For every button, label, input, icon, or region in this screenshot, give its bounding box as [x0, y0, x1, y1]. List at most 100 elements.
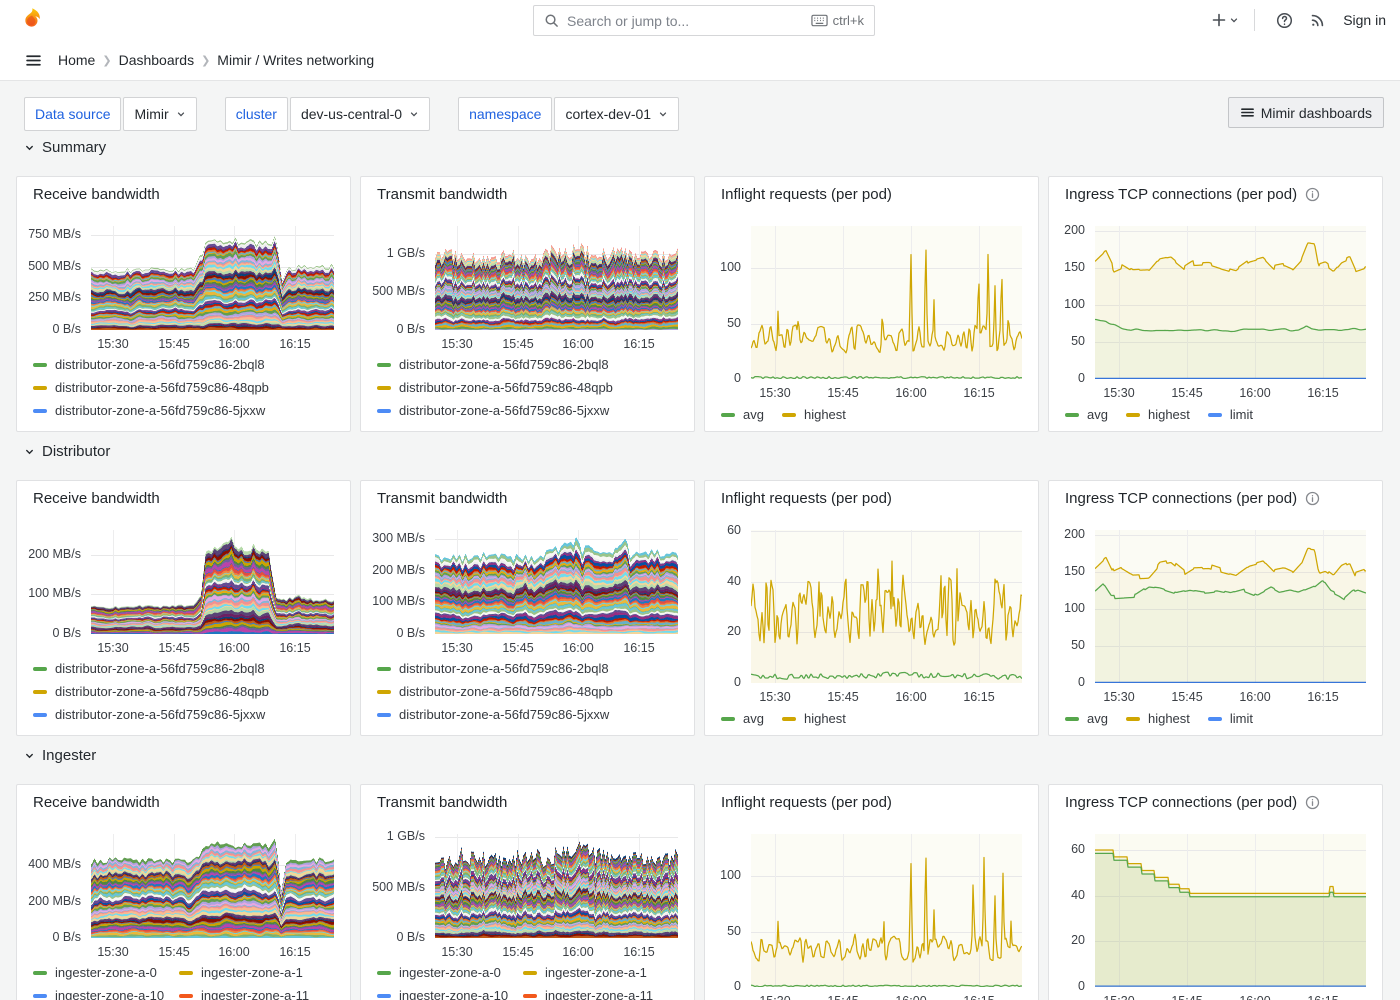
y-axis-tick-label: 100 — [720, 868, 741, 882]
legend-item[interactable]: ingester-zone-a-0 — [377, 961, 523, 984]
panel-title[interactable]: Receive bandwidth — [33, 186, 160, 203]
row-title: Ingester — [42, 747, 96, 764]
x-axis-tick-label: 16:00 — [211, 641, 257, 655]
legend-item[interactable]: ingester-zone-a-10 — [33, 984, 179, 1000]
panel-legend: distributor-zone-a-56fd759c86-2bql8distr… — [33, 657, 269, 726]
legend-series-label: highest — [1148, 711, 1190, 726]
y-axis-tick-label: 20 — [1071, 933, 1085, 947]
x-axis-tick-label: 15:45 — [151, 945, 197, 959]
panel-receive-bandwidth: Receive bandwidth200 MB/s100 MB/s0 B/s15… — [16, 480, 351, 736]
legend-item[interactable]: highest — [782, 707, 846, 730]
y-axis-tick-label: 0 — [1078, 675, 1085, 689]
legend-series-label: distributor-zone-a-56fd759c86-5jxxw — [399, 403, 609, 418]
legend-item[interactable]: ingester-zone-a-1 — [179, 961, 309, 984]
legend-item[interactable]: ingester-zone-a-0 — [33, 961, 179, 984]
x-axis-tick-label: 15:45 — [820, 690, 866, 704]
info-icon[interactable] — [1305, 795, 1320, 810]
y-axis-tick-label: 60 — [1071, 842, 1085, 856]
legend-row: avg highest limit — [1065, 403, 1253, 426]
x-axis-tick-label: 15:45 — [1164, 386, 1210, 400]
legend-item[interactable]: distributor-zone-a-56fd759c86-2bql8 — [377, 353, 613, 376]
legend-series-color — [33, 971, 47, 975]
panel-title[interactable]: Transmit bandwidth — [377, 490, 507, 507]
x-axis-tick-label: 15:30 — [752, 994, 798, 1000]
x-axis-tick-label: 15:45 — [1164, 994, 1210, 1000]
x-axis-tick-label: 16:15 — [272, 945, 318, 959]
legend-series-color — [33, 690, 47, 694]
legend-item[interactable]: distributor-zone-a-56fd759c86-48qpb — [377, 376, 613, 399]
legend-series-color — [377, 690, 391, 694]
y-axis-tick-label: 250 MB/s — [28, 290, 81, 304]
panel-title[interactable]: Ingress TCP connections (per pod) — [1065, 186, 1320, 203]
panel-title[interactable]: Ingress TCP connections (per pod) — [1065, 794, 1320, 811]
legend-item[interactable]: distributor-zone-a-56fd759c86-5jxxw — [377, 703, 613, 726]
legend-item[interactable]: avg — [721, 707, 764, 730]
y-axis-tick-label: 50 — [1071, 638, 1085, 652]
panel-title[interactable]: Transmit bandwidth — [377, 186, 507, 203]
row-header-distributor[interactable]: Distributor — [24, 443, 110, 460]
legend-series-label: avg — [1087, 407, 1108, 422]
row-header-summary[interactable]: Summary — [24, 139, 106, 156]
legend-item[interactable]: limit — [1208, 707, 1253, 730]
panel-ingress-tcp-connections-per-pod-: Ingress TCP connections (per pod)2001501… — [1048, 176, 1383, 432]
y-axis-tick-label: 0 B/s — [53, 930, 82, 944]
legend-item[interactable]: ingester-zone-a-10 — [377, 984, 523, 1000]
legend-item[interactable]: distributor-zone-a-56fd759c86-48qpb — [377, 680, 613, 703]
x-axis-tick-label: 16:15 — [272, 641, 318, 655]
legend-item[interactable]: highest — [1126, 403, 1190, 426]
panel-legend: ingester-zone-a-0ingester-zone-a-1ingest… — [377, 961, 653, 1000]
legend-series-label: avg — [743, 407, 764, 422]
y-axis-tick-label: 200 MB/s — [28, 547, 81, 561]
legend-series-label: avg — [743, 711, 764, 726]
legend-item[interactable]: distributor-zone-a-56fd759c86-48qpb — [33, 680, 269, 703]
panel-title[interactable]: Inflight requests (per pod) — [721, 794, 892, 811]
legend-series-color — [721, 717, 735, 721]
legend-series-color — [377, 363, 391, 367]
legend-series-color — [523, 971, 537, 975]
chevron-down-icon — [24, 142, 35, 153]
legend-series-color — [33, 363, 47, 367]
x-axis-tick-label: 16:15 — [1300, 994, 1346, 1000]
x-axis-tick-label: 16:00 — [888, 994, 934, 1000]
legend-item[interactable]: distributor-zone-a-56fd759c86-5jxxw — [33, 703, 269, 726]
chart-canvas — [91, 226, 334, 330]
panel-title[interactable]: Receive bandwidth — [33, 794, 160, 811]
info-icon[interactable] — [1305, 187, 1320, 202]
legend-series-label: distributor-zone-a-56fd759c86-5jxxw — [399, 707, 609, 722]
legend-item[interactable]: distributor-zone-a-56fd759c86-2bql8 — [33, 353, 269, 376]
legend-item[interactable]: avg — [1065, 403, 1108, 426]
chart-canvas — [435, 530, 678, 634]
panel-title-text: Receive bandwidth — [33, 186, 160, 203]
legend-item[interactable]: highest — [1126, 707, 1190, 730]
legend-series-label: ingester-zone-a-1 — [201, 965, 303, 980]
panel-title[interactable]: Transmit bandwidth — [377, 794, 507, 811]
panel-title[interactable]: Ingress TCP connections (per pod) — [1065, 490, 1320, 507]
row-header-ingester[interactable]: Ingester — [24, 747, 96, 764]
panel-title[interactable]: Inflight requests (per pod) — [721, 490, 892, 507]
legend-series-label: distributor-zone-a-56fd759c86-2bql8 — [399, 357, 609, 372]
info-icon[interactable] — [1305, 491, 1320, 506]
y-axis-tick-label: 20 — [727, 624, 741, 638]
panel-title[interactable]: Receive bandwidth — [33, 490, 160, 507]
x-axis-tick-label: 15:45 — [820, 386, 866, 400]
legend-item[interactable]: distributor-zone-a-56fd759c86-5jxxw — [33, 399, 269, 422]
legend-item[interactable]: ingester-zone-a-11 — [179, 984, 309, 1000]
legend-item[interactable]: ingester-zone-a-11 — [523, 984, 653, 1000]
legend-item[interactable]: ingester-zone-a-1 — [523, 961, 653, 984]
legend-item[interactable]: avg — [1065, 707, 1108, 730]
panel-transmit-bandwidth: Transmit bandwidth300 MB/s200 MB/s100 MB… — [360, 480, 695, 736]
chevron-down-icon — [24, 446, 35, 457]
panel-legend: avg highest — [721, 403, 846, 426]
legend-item[interactable]: distributor-zone-a-56fd759c86-2bql8 — [33, 657, 269, 680]
panel-title-text: Inflight requests (per pod) — [721, 186, 892, 203]
legend-item[interactable]: limit — [1208, 403, 1253, 426]
panel-title[interactable]: Inflight requests (per pod) — [721, 186, 892, 203]
legend-item[interactable]: avg — [721, 403, 764, 426]
legend-series-label: distributor-zone-a-56fd759c86-5jxxw — [55, 403, 265, 418]
x-axis-tick-label: 16:15 — [616, 945, 662, 959]
legend-item[interactable]: distributor-zone-a-56fd759c86-48qpb — [33, 376, 269, 399]
legend-item[interactable]: distributor-zone-a-56fd759c86-2bql8 — [377, 657, 613, 680]
legend-item[interactable]: distributor-zone-a-56fd759c86-5jxxw — [377, 399, 613, 422]
legend-item[interactable]: highest — [782, 403, 846, 426]
y-axis-tick-label: 0 B/s — [397, 322, 426, 336]
